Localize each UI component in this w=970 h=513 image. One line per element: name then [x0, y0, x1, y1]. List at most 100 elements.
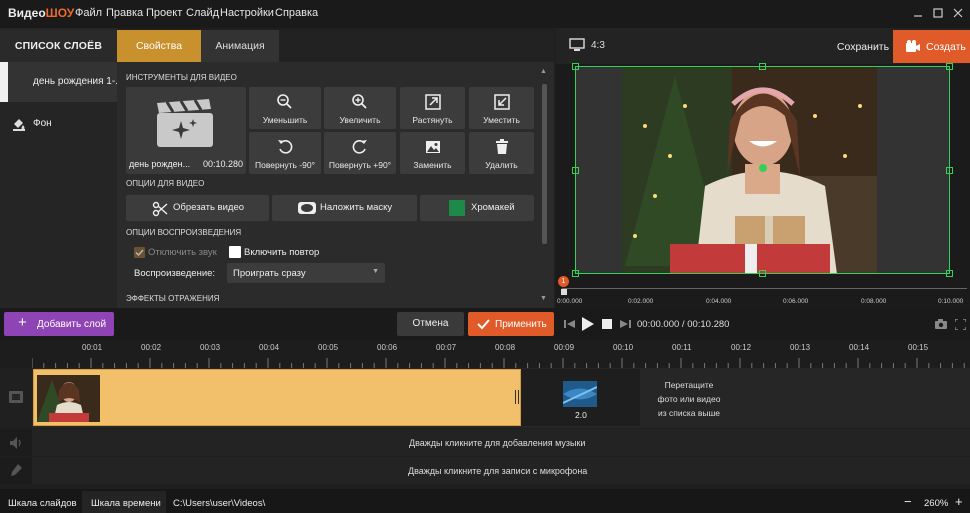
playback-label: Воспроизведение: [134, 268, 216, 279]
apply-button[interactable]: Применить [468, 312, 554, 336]
video-track-icon [9, 391, 23, 403]
zoom-in-button[interactable]: Увеличить [324, 87, 396, 129]
transition-thumbnail [563, 381, 597, 407]
preview-tick: 0:06.000 [783, 298, 809, 305]
rotate-left-button[interactable]: Повернуть -90° [249, 132, 321, 174]
skip-back-icon[interactable] [564, 319, 576, 329]
resize-handle[interactable] [572, 167, 579, 174]
ruler-label: 00:10 [613, 343, 634, 352]
create-button[interactable]: Создать [893, 30, 970, 63]
resize-handle[interactable] [946, 270, 953, 277]
zoom-in-button[interactable]: + [955, 494, 963, 509]
transition-slot[interactable]: 2.0 [521, 369, 640, 426]
layers-header[interactable]: СПИСОК СЛОЁВ [0, 30, 117, 62]
menu-settings[interactable]: Настройки [220, 7, 274, 19]
scissors-icon [152, 201, 168, 217]
layer-item-background[interactable]: Фон [0, 104, 117, 144]
tab-properties[interactable]: Свойства [117, 30, 201, 62]
fullscreen-icon[interactable] [955, 319, 966, 330]
section-playback-options: ОПЦИИ ВОСПРОИЗВЕДЕНИЯ [126, 228, 242, 237]
menu-help[interactable]: Справка [275, 7, 318, 19]
aspect-ratio[interactable]: 4:3 [591, 40, 605, 51]
preview-tick: 0:10.000 [938, 298, 964, 305]
properties-scrollbar[interactable] [542, 84, 547, 244]
preview-canvas[interactable] [572, 63, 953, 277]
mask-icon [298, 202, 316, 216]
chevron-down-icon: ▼ [372, 268, 379, 275]
resize-handle[interactable] [572, 270, 579, 277]
mute-checkbox[interactable] [134, 247, 145, 258]
preview-tick: 0:02.000 [628, 298, 654, 305]
preview-tick: 0:04.000 [706, 298, 732, 305]
zoom-out-button[interactable]: − [904, 494, 912, 509]
stretch-button[interactable]: Растянуть [400, 87, 465, 129]
cancel-button[interactable]: Отмена [397, 312, 464, 336]
chroma-key-button[interactable]: Хромакей [420, 195, 534, 221]
zoom-in-icon [351, 93, 369, 111]
delete-button[interactable]: Удалить [469, 132, 534, 174]
rotate-right-button[interactable]: Повернуть +90° [324, 132, 396, 174]
scroll-up-icon[interactable]: ▲ [540, 68, 547, 75]
camera-icon[interactable] [935, 319, 947, 329]
clapperboard-icon [155, 99, 215, 149]
music-hint: Дважды кликните для добавления музыки [409, 438, 586, 448]
clip-duration: 00:10.280 [203, 159, 244, 169]
close-icon[interactable] [950, 5, 966, 21]
play-icon[interactable] [581, 316, 595, 332]
playback-select[interactable]: Проиграть сразу ▼ [227, 263, 385, 283]
tab-animation[interactable]: Анимация [201, 30, 279, 62]
clip-frame-thumbnail [37, 375, 100, 422]
save-button[interactable]: Сохранить [832, 36, 894, 58]
preview-tick: 0:00.000 [557, 298, 583, 305]
replace-icon [424, 138, 442, 156]
ruler-label: 00:06 [377, 343, 398, 352]
ruler-label: 00:03 [200, 343, 221, 352]
loop-label: Включить повтор [244, 247, 320, 258]
ruler-label: 00:07 [436, 343, 457, 352]
resize-handle[interactable] [946, 63, 953, 70]
menu-file[interactable]: Файл [75, 7, 102, 19]
ruler-label: 00:12 [731, 343, 752, 352]
menu-project[interactable]: Проект [146, 7, 182, 19]
menu-edit[interactable]: Правка [106, 7, 143, 19]
section-video-tools: ИНСТРУМЕНТЫ ДЛЯ ВИДЕО [126, 73, 237, 82]
stop-icon[interactable] [602, 319, 612, 329]
resize-handle[interactable] [572, 63, 579, 70]
trash-icon [493, 138, 511, 156]
paint-bucket-icon [12, 117, 26, 131]
scroll-down-icon[interactable]: ▼ [540, 295, 547, 302]
resize-handle[interactable] [759, 63, 766, 70]
ruler-label: 00:13 [790, 343, 811, 352]
center-anchor[interactable] [759, 164, 767, 172]
preview-playhead[interactable] [561, 289, 567, 295]
section-reflection: ЭФФЕКТЫ ОТРАЖЕНИЯ [126, 294, 220, 303]
skip-forward-icon[interactable] [619, 319, 631, 329]
fit-button[interactable]: Уместить [469, 87, 534, 129]
layer-item-video[interactable]: день рождения 1-... [0, 62, 124, 102]
ruler-label: 00:14 [849, 343, 870, 352]
clip-thumbnail[interactable]: день рожден... 00:10.280 [126, 87, 246, 174]
tab-timeline-scale[interactable]: Шкала времени [91, 498, 161, 509]
resize-handle[interactable] [946, 167, 953, 174]
ruler-label: 00:02 [141, 343, 162, 352]
trim-video-button[interactable]: Обрезать видео [126, 195, 269, 221]
ruler-label: 00:15 [908, 343, 929, 352]
add-layer-button[interactable]: + Добавить слой [4, 312, 114, 336]
apply-mask-button[interactable]: Наложить маску [272, 195, 417, 221]
maximize-icon[interactable] [930, 5, 946, 21]
loop-checkbox[interactable] [229, 246, 241, 258]
fit-icon [493, 93, 511, 111]
ruler-label: 00:11 [672, 343, 692, 352]
mute-label: Отключить звук [148, 247, 217, 258]
resize-handle[interactable] [759, 270, 766, 277]
replace-button[interactable]: Заменить [400, 132, 465, 174]
monitor-icon[interactable] [569, 38, 585, 52]
keyframe-marker[interactable]: 1 [558, 276, 569, 287]
menu-slide[interactable]: Слайд [186, 7, 219, 19]
minimize-icon[interactable] [910, 5, 926, 21]
tab-slides-scale[interactable]: Шкала слайдов [8, 498, 77, 509]
zoom-out-button[interactable]: Уменьшить [249, 87, 321, 129]
speaker-icon [10, 437, 22, 449]
clip-trim-handle[interactable] [515, 390, 516, 404]
video-clip[interactable] [33, 369, 521, 426]
